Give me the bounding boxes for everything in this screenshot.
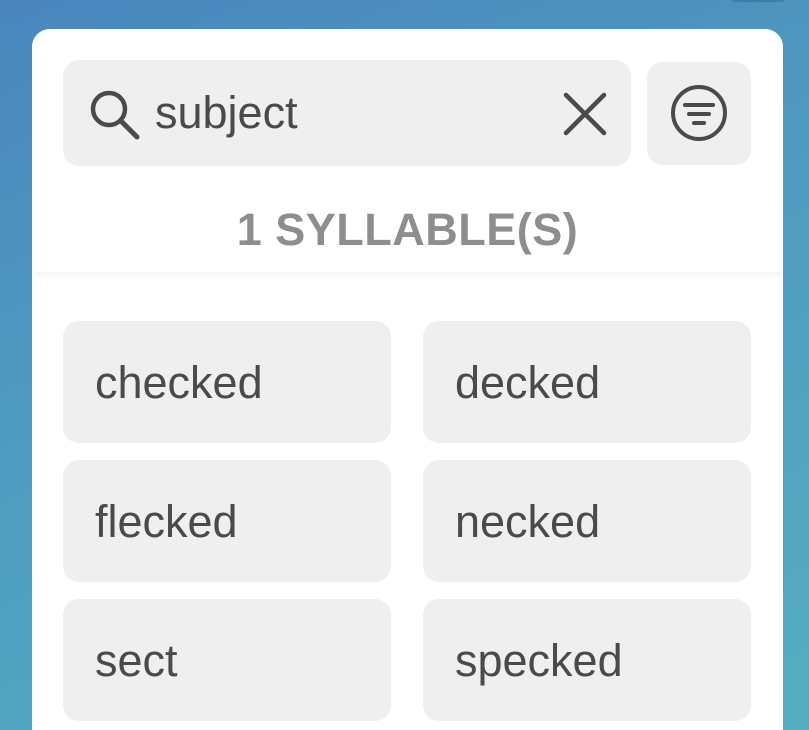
word-label: checked bbox=[95, 357, 263, 408]
word-label: necked bbox=[455, 496, 601, 547]
syllable-section-title: 1 SYLLABLE(S) bbox=[236, 204, 579, 255]
word-chip[interactable]: necked bbox=[423, 460, 751, 582]
window-corner-tab bbox=[731, 0, 785, 2]
close-icon[interactable] bbox=[561, 90, 609, 138]
word-label: specked bbox=[455, 635, 623, 686]
word-chip[interactable]: sect bbox=[63, 599, 391, 721]
word-label: sect bbox=[95, 635, 178, 686]
filter-button[interactable] bbox=[647, 62, 751, 165]
word-chip[interactable]: checked bbox=[63, 321, 391, 443]
rhyme-panel: 1 SYLLABLE(S) checked decked flecked nec… bbox=[32, 29, 783, 730]
word-label: flecked bbox=[95, 496, 238, 547]
search-icon bbox=[90, 90, 140, 140]
filter-icon bbox=[671, 85, 727, 141]
word-chip[interactable]: specked bbox=[423, 599, 751, 721]
results-grid: checked decked flecked necked sect speck… bbox=[63, 321, 751, 721]
panel-header: 1 SYLLABLE(S) bbox=[32, 29, 783, 272]
word-chip[interactable]: flecked bbox=[63, 460, 391, 582]
search-input[interactable] bbox=[155, 82, 535, 144]
word-chip[interactable]: decked bbox=[423, 321, 751, 443]
word-label: decked bbox=[455, 357, 601, 408]
search-box[interactable] bbox=[63, 60, 631, 166]
